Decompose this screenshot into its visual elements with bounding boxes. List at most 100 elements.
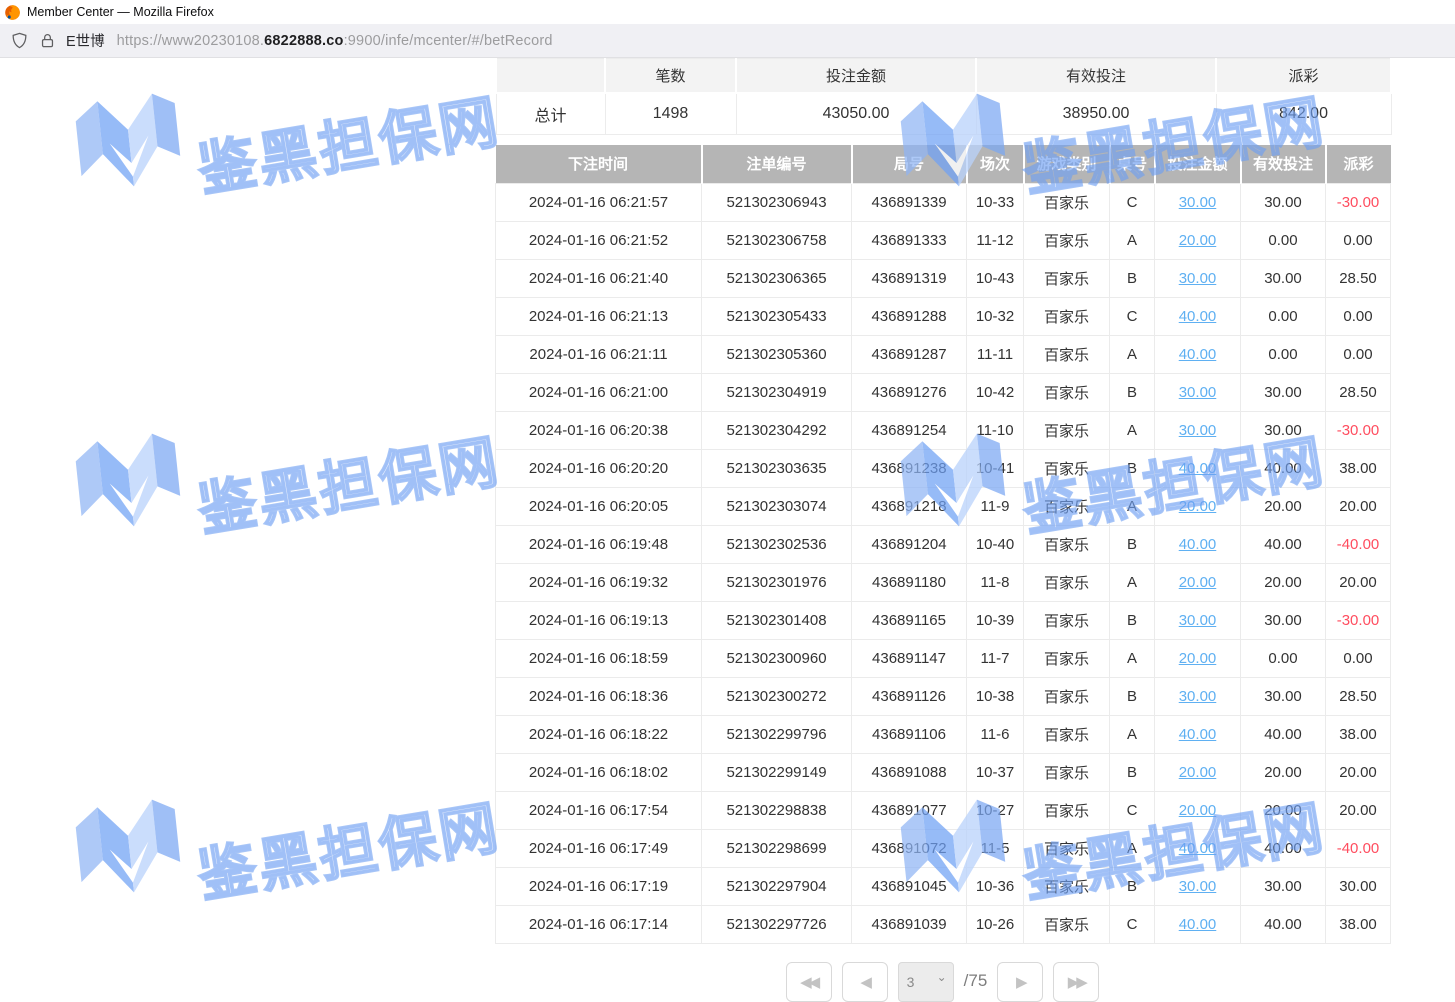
bet-amount-link[interactable]: 40.00 <box>1179 840 1217 857</box>
cell-order-number: 521302302536 <box>702 525 852 563</box>
cell-session: 10-39 <box>967 601 1024 639</box>
bet-amount-link[interactable]: 30.00 <box>1179 878 1217 895</box>
cell-bet-amount: 30.00 <box>1155 373 1241 411</box>
last-page-button[interactable]: ▶▶ <box>1053 962 1099 1002</box>
cell-order-number: 521302301408 <box>702 601 852 639</box>
address-url[interactable]: https://www20230108.6822888.co:9900/infe… <box>117 33 553 49</box>
first-page-button[interactable]: ◀◀ <box>786 962 832 1002</box>
bet-amount-link[interactable]: 40.00 <box>1179 346 1217 363</box>
cell-table-number: A <box>1110 563 1155 601</box>
bet-amount-link[interactable]: 40.00 <box>1179 536 1217 553</box>
cell-round-number: 436891147 <box>852 639 967 677</box>
bet-amount-link[interactable]: 20.00 <box>1179 802 1217 819</box>
bet-amount-link[interactable]: 30.00 <box>1179 384 1217 401</box>
bet-amount-link[interactable]: 30.00 <box>1179 612 1217 629</box>
bet-amount-link[interactable]: 20.00 <box>1179 764 1217 781</box>
table-row: 2024-01-16 06:18:02 521302299149 4368910… <box>496 753 1391 791</box>
lock-icon[interactable] <box>39 32 56 50</box>
bet-amount-link[interactable]: 30.00 <box>1179 688 1217 705</box>
bet-table-header-cell: 注单编号 <box>702 145 852 183</box>
cell-valid-bet: 20.00 <box>1241 563 1326 601</box>
cell-table-number: B <box>1110 753 1155 791</box>
cell-game-type: 百家乐 <box>1024 639 1110 677</box>
cell-valid-bet: 0.00 <box>1241 335 1326 373</box>
cell-valid-bet: 40.00 <box>1241 829 1326 867</box>
cell-bet-amount: 20.00 <box>1155 791 1241 829</box>
bet-amount-link[interactable]: 40.00 <box>1179 916 1217 933</box>
url-bar[interactable]: E世博 https://www20230108.6822888.co:9900/… <box>0 24 1455 58</box>
cell-game-type: 百家乐 <box>1024 297 1110 335</box>
cell-bet-time: 2024-01-16 06:18:02 <box>496 753 702 791</box>
bet-amount-link[interactable]: 30.00 <box>1179 270 1217 287</box>
cell-bet-amount: 20.00 <box>1155 639 1241 677</box>
cell-table-number: A <box>1110 715 1155 753</box>
cell-bet-time: 2024-01-16 06:17:49 <box>496 829 702 867</box>
cell-session: 10-43 <box>967 259 1024 297</box>
table-row: 2024-01-16 06:20:20 521302303635 4368912… <box>496 449 1391 487</box>
cell-payout: 38.00 <box>1326 905 1391 943</box>
cell-session: 10-38 <box>967 677 1024 715</box>
cell-bet-time: 2024-01-16 06:18:36 <box>496 677 702 715</box>
next-page-button[interactable]: ▶ <box>997 962 1043 1002</box>
bet-table-header-cell: 局号 <box>852 145 967 183</box>
summary-total-payout: 842.00 <box>1216 93 1391 135</box>
cell-bet-amount: 40.00 <box>1155 335 1241 373</box>
bet-amount-link[interactable]: 40.00 <box>1179 460 1217 477</box>
cell-valid-bet: 30.00 <box>1241 867 1326 905</box>
site-name-label: E世博 <box>66 30 105 51</box>
cell-order-number: 521302299149 <box>702 753 852 791</box>
shield-icon[interactable] <box>10 31 29 50</box>
summary-total-bet-amount: 43050.00 <box>736 93 976 135</box>
cell-table-number: B <box>1110 259 1155 297</box>
cell-bet-amount: 40.00 <box>1155 715 1241 753</box>
cell-round-number: 436891165 <box>852 601 967 639</box>
cell-bet-amount: 40.00 <box>1155 905 1241 943</box>
cell-table-number: A <box>1110 639 1155 677</box>
bet-amount-link[interactable]: 20.00 <box>1179 574 1217 591</box>
cell-table-number: A <box>1110 829 1155 867</box>
cell-round-number: 436891276 <box>852 373 967 411</box>
cell-valid-bet: 20.00 <box>1241 791 1326 829</box>
bet-table-body: 2024-01-16 06:21:57 521302306943 4368913… <box>496 183 1391 943</box>
cell-order-number: 521302304919 <box>702 373 852 411</box>
bet-record-table: 下注时间注单编号局号场次游戏类别桌号投注金额有效投注派彩 2024-01-16 … <box>495 145 1391 944</box>
cell-payout: -40.00 <box>1326 829 1391 867</box>
cell-payout: 0.00 <box>1326 335 1391 373</box>
cell-round-number: 436891126 <box>852 677 967 715</box>
cell-game-type: 百家乐 <box>1024 221 1110 259</box>
cell-bet-amount: 30.00 <box>1155 677 1241 715</box>
bet-amount-link[interactable]: 30.00 <box>1179 422 1217 439</box>
bet-amount-link[interactable]: 20.00 <box>1179 650 1217 667</box>
cell-payout: 28.50 <box>1326 677 1391 715</box>
prev-page-button[interactable]: ◀ <box>842 962 888 1002</box>
cell-bet-time: 2024-01-16 06:19:32 <box>496 563 702 601</box>
summary-header-payout: 派彩 <box>1216 59 1391 93</box>
cell-valid-bet: 30.00 <box>1241 411 1326 449</box>
table-row: 2024-01-16 06:17:14 521302297726 4368910… <box>496 905 1391 943</box>
cell-bet-time: 2024-01-16 06:19:48 <box>496 525 702 563</box>
summary-header-row: 笔数 投注金额 有效投注 派彩 <box>496 59 1391 93</box>
bet-amount-link[interactable]: 20.00 <box>1179 498 1217 515</box>
cell-payout: 38.00 <box>1326 449 1391 487</box>
page-select[interactable]: 3 <box>898 962 954 1002</box>
bet-amount-link[interactable]: 30.00 <box>1179 194 1217 211</box>
cell-bet-amount: 20.00 <box>1155 753 1241 791</box>
cell-round-number: 436891339 <box>852 183 967 221</box>
watermark-logo-icon <box>64 414 194 544</box>
cell-order-number: 521302299796 <box>702 715 852 753</box>
cell-game-type: 百家乐 <box>1024 259 1110 297</box>
cell-order-number: 521302297726 <box>702 905 852 943</box>
bet-amount-link[interactable]: 40.00 <box>1179 308 1217 325</box>
cell-order-number: 521302301976 <box>702 563 852 601</box>
bet-amount-link[interactable]: 20.00 <box>1179 232 1217 249</box>
cell-game-type: 百家乐 <box>1024 449 1110 487</box>
cell-payout: -40.00 <box>1326 525 1391 563</box>
cell-bet-amount: 30.00 <box>1155 183 1241 221</box>
cell-order-number: 521302298838 <box>702 791 852 829</box>
bet-amount-link[interactable]: 40.00 <box>1179 726 1217 743</box>
summary-header-valid-bet: 有效投注 <box>976 59 1216 93</box>
cell-game-type: 百家乐 <box>1024 753 1110 791</box>
watermark-text: 鉴黑担保网 <box>191 780 506 913</box>
bet-table-header-cell: 投注金额 <box>1155 145 1241 183</box>
url-domain: 6822888.co <box>264 33 343 49</box>
